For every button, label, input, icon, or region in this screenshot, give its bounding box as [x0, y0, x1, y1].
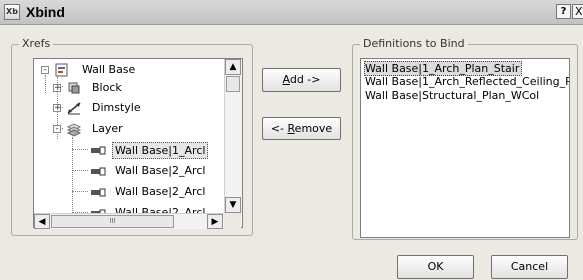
title-bar[interactable]: Xb Xbind ? X [0, 0, 583, 25]
remove-button-label: <- Remove [270, 122, 333, 135]
help-button[interactable]: ? [556, 4, 571, 19]
collapse-toggle[interactable]: - [41, 66, 49, 75]
scroll-up-button[interactable]: ▲ [225, 59, 241, 75]
tree-node-label: Block [92, 81, 122, 94]
definition-item[interactable]: Wall Base|1_Arch_Plan_Stair [364, 61, 523, 76]
xrefs-group-label: Xrefs [19, 37, 54, 50]
tree-node-label: Wall Base|1_Arcl [112, 142, 209, 159]
definition-item[interactable]: Wall Base|Structural_Plan_WCol [365, 89, 539, 102]
ok-button[interactable]: OK [397, 255, 474, 279]
scroll-right-button[interactable]: ▶ [207, 214, 223, 229]
tree-node-dimstyle[interactable]: + Dimstyle [34, 99, 224, 117]
layer-item-icon [91, 146, 106, 155]
scroll-thumb[interactable] [226, 76, 240, 92]
scroll-corner [224, 213, 241, 228]
scroll-thumb[interactable]: III [51, 215, 174, 228]
app-icon: Xb [4, 4, 20, 20]
collapse-toggle[interactable]: - [53, 125, 61, 134]
tree-vertical-scrollbar[interactable]: ▲ ▼ [224, 59, 242, 213]
tree-node-layer-item[interactable]: Wall Base|2_Arcl [34, 183, 224, 201]
scroll-left-button[interactable]: ◀ [34, 214, 50, 229]
block-icon [68, 82, 80, 94]
tree-node-label: Layer [92, 122, 123, 135]
close-button[interactable]: X [572, 4, 583, 19]
tree-node-wall-base[interactable]: - Wall Base [34, 61, 224, 79]
tree-node-layer-item[interactable]: Wall Base|2_Arcl [34, 162, 224, 180]
dimstyle-icon [67, 102, 81, 115]
layer-item-icon [91, 167, 106, 176]
tree-node-label: Wall Base [82, 63, 136, 76]
tree-node-label: Wall Base|2_Arcl [115, 164, 206, 177]
add-button-label: Add -> [282, 73, 321, 86]
tree-node-label: Dimstyle [92, 101, 141, 114]
ok-button-label: OK [427, 260, 444, 273]
layer-item-icon [91, 188, 106, 197]
xref-drawing-icon [55, 63, 68, 77]
cancel-button[interactable]: Cancel [491, 255, 568, 279]
xbind-dialog: Xb Xbind ? X Xrefs - Wall Base + Block +… [0, 0, 583, 280]
tree-node-label: Wall Base|2_Arcl [115, 185, 206, 198]
definitions-group-label: Definitions to Bind [360, 37, 468, 50]
definition-item[interactable]: Wall Base|1_Arch_Reflected_Ceiling_Pla [365, 75, 569, 88]
scroll-down-button[interactable]: ▼ [225, 197, 241, 213]
layer-icon [66, 123, 82, 137]
tree-horizontal-scrollbar[interactable]: ◀ III ▶ [34, 213, 224, 229]
tree-node-layer[interactable]: - Layer [34, 120, 224, 138]
expand-toggle[interactable]: + [53, 104, 62, 113]
cancel-button-label: Cancel [510, 260, 549, 273]
expand-toggle[interactable]: + [53, 84, 62, 93]
remove-button[interactable]: <- Remove [262, 117, 341, 140]
definitions-list[interactable]: Wall Base|1_Arch_Plan_Stair Wall Base|1_… [360, 58, 570, 238]
window-title: Xbind [26, 4, 65, 20]
xref-tree[interactable]: - Wall Base + Block + Dimstyle - Layer W… [33, 58, 243, 228]
tree-node-block[interactable]: + Block [34, 79, 224, 97]
add-button[interactable]: Add -> [262, 68, 341, 92]
tree-node-layer-item[interactable]: Wall Base|1_Arcl [34, 141, 224, 159]
